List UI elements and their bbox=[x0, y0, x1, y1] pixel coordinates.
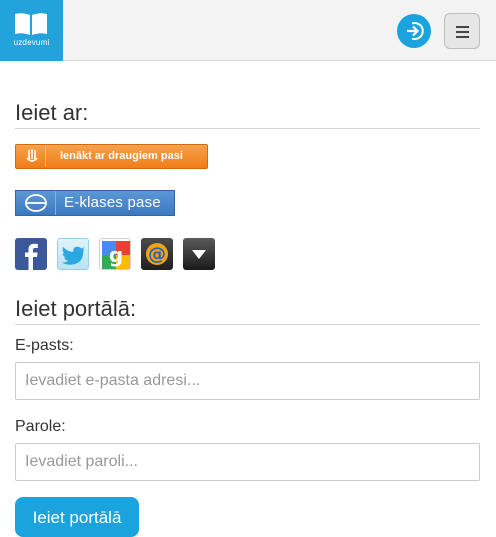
google-icon[interactable]: g bbox=[99, 238, 131, 270]
sign-in-icon bbox=[407, 22, 424, 40]
site-logo[interactable]: uzdevumi bbox=[0, 0, 63, 61]
email-label: E-pasts: bbox=[15, 337, 74, 354]
svg-text:g: g bbox=[109, 243, 123, 267]
portal-login-heading: Ieiet portālā: bbox=[15, 296, 480, 325]
facebook-icon[interactable] bbox=[15, 238, 47, 270]
login-button[interactable] bbox=[397, 14, 431, 48]
password-label: Parole: bbox=[15, 418, 66, 435]
book-icon bbox=[15, 13, 47, 35]
eklase-logo-icon bbox=[16, 191, 56, 215]
more-dropdown-icon[interactable] bbox=[183, 238, 215, 270]
menu-button[interactable] bbox=[444, 13, 480, 49]
email-field[interactable] bbox=[15, 362, 480, 400]
password-field[interactable] bbox=[15, 443, 480, 481]
draugiem-icon bbox=[20, 146, 46, 167]
logo-text: uzdevumi bbox=[13, 38, 50, 47]
draugiem-label: Ienākt ar draugiem pasi bbox=[60, 150, 183, 162]
email-icon[interactable]: @ bbox=[141, 238, 173, 270]
login-with-heading: Ieiet ar: bbox=[15, 100, 480, 129]
login-submit-button[interactable]: Ieiet portālā bbox=[15, 497, 139, 537]
top-header: uzdevumi bbox=[0, 0, 496, 61]
twitter-icon[interactable] bbox=[57, 238, 89, 270]
draugiem-login-button[interactable]: Ienākt ar draugiem pasi bbox=[15, 144, 208, 169]
eklase-label: E-klases pase bbox=[64, 194, 161, 211]
eklase-login-button[interactable]: E-klases pase bbox=[15, 190, 175, 216]
svg-text:@: @ bbox=[148, 244, 166, 265]
